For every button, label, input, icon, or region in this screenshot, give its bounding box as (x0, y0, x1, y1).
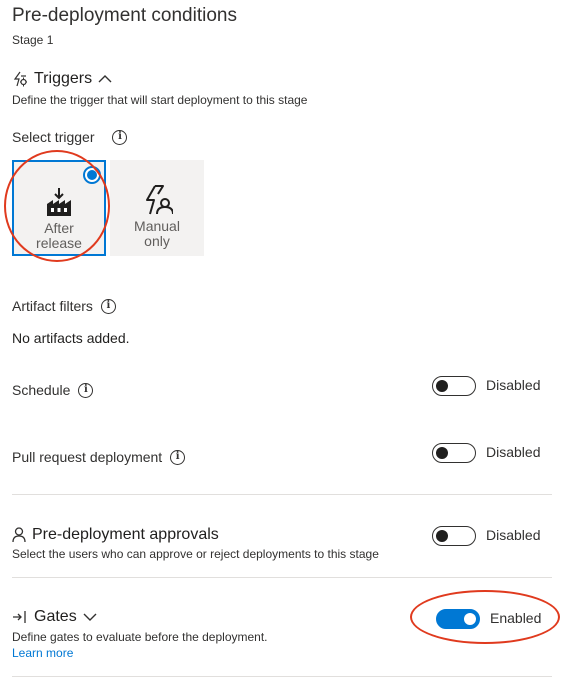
artifact-filters-row: Artifact filters i (12, 298, 116, 314)
gates-header[interactable]: Gates (12, 608, 97, 626)
annotation-circle-gates (410, 590, 560, 644)
gate-arrow-icon (12, 609, 28, 625)
pre-deployment-conditions-panel: Pre-deployment conditions Stage 1 Trigge… (0, 0, 564, 684)
lightning-bolt-icon (12, 71, 28, 87)
toggle-knob (436, 380, 448, 392)
learn-more-link[interactable]: Learn more (12, 646, 73, 660)
manual-only-line2: only (144, 233, 170, 249)
stage-name: Stage 1 (12, 33, 54, 47)
approvals-description: Select the users who can approve or reje… (12, 547, 379, 561)
select-trigger-label: Select trigger (12, 129, 95, 145)
schedule-row: Schedule i (12, 382, 94, 398)
triggers-header[interactable]: Triggers (12, 70, 112, 88)
pull-request-state: Disabled (486, 444, 541, 460)
toggle-knob (436, 447, 448, 459)
manual-only-line1: Manual (134, 218, 180, 234)
trigger-option-manual-only[interactable]: Manual only (110, 160, 204, 256)
triggers-description: Define the trigger that will start deplo… (12, 93, 308, 107)
triggers-title: Triggers (34, 70, 93, 87)
annotation-circle-trigger (4, 150, 110, 262)
artifact-filters-label: Artifact filters (12, 298, 93, 314)
schedule-toggle[interactable] (432, 376, 476, 396)
lightning-person-icon (141, 184, 173, 216)
info-icon[interactable]: i (78, 382, 94, 398)
select-trigger-row: Select trigger i (12, 129, 128, 145)
chevron-down-icon[interactable] (83, 612, 97, 622)
divider (12, 577, 552, 578)
schedule-label: Schedule (12, 382, 71, 398)
approvals-title: Pre-deployment approvals (32, 526, 219, 543)
schedule-state: Disabled (486, 377, 541, 393)
approvals-state: Disabled (486, 527, 541, 543)
gates-description: Define gates to evaluate before the depl… (12, 630, 268, 644)
info-icon[interactable]: i (100, 298, 116, 314)
divider (12, 494, 552, 495)
gates-title: Gates (34, 608, 77, 625)
person-icon (12, 527, 26, 543)
no-artifacts-text: No artifacts added. (12, 330, 130, 346)
divider (12, 676, 552, 677)
pull-request-label: Pull request deployment (12, 449, 163, 465)
pull-request-row: Pull request deployment i (12, 449, 186, 465)
page-title: Pre-deployment conditions (12, 5, 237, 26)
info-icon[interactable]: i (170, 449, 186, 465)
info-icon[interactable]: i (112, 129, 128, 145)
pull-request-toggle[interactable] (432, 443, 476, 463)
approvals-header: Pre-deployment approvals (12, 526, 219, 544)
toggle-knob (436, 530, 448, 542)
approvals-toggle[interactable] (432, 526, 476, 546)
chevron-up-icon[interactable] (98, 74, 112, 84)
